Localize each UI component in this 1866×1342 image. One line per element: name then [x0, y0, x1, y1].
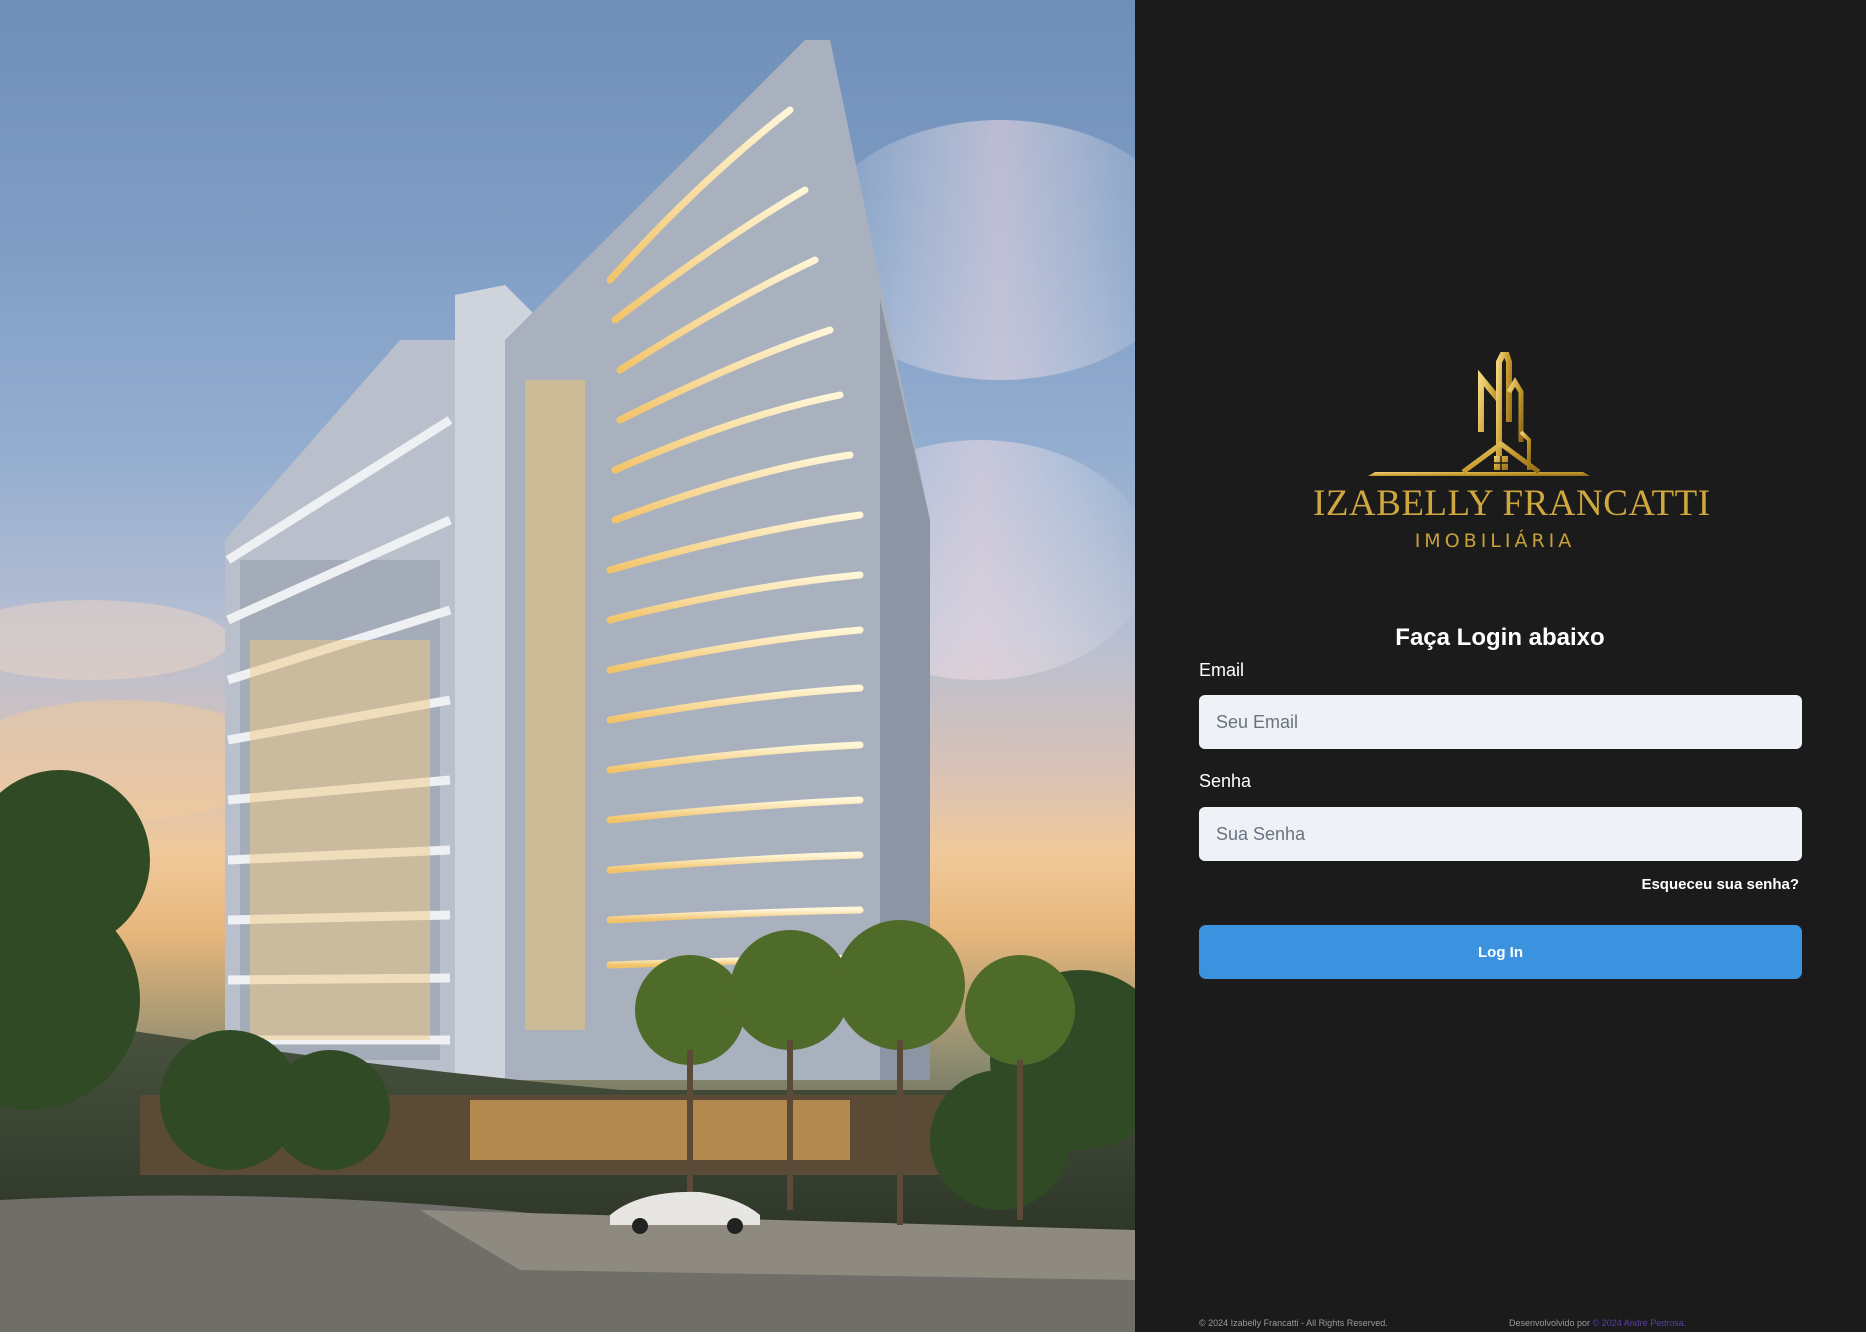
- email-input[interactable]: [1199, 695, 1802, 749]
- hero-building-image: [0, 0, 1135, 1332]
- email-label: Email: [1199, 660, 1245, 680]
- login-page: IZABELLY FRANCATTI IMOBILIÁRIA Faça Logi…: [0, 0, 1866, 1332]
- login-title: Faça Login abaixo: [1395, 624, 1605, 651]
- password-label: Senha: [1199, 771, 1252, 791]
- brand-name: IZABELLY FRANCATTI: [1313, 483, 1711, 524]
- footer-developer-link[interactable]: © 2024 André Pedrosa.: [1593, 1318, 1687, 1328]
- building-illustration: [0, 40, 1135, 1332]
- footer-copyright: © 2024 Izabelly Francatti - All Rights R…: [1199, 1318, 1388, 1328]
- footer-developer: Desenvolvolvido por © 2024 André Pedrosa…: [1509, 1318, 1686, 1328]
- forgot-password-link[interactable]: Esqueceu sua senha?: [1199, 876, 1799, 893]
- brand-subtitle: IMOBILIÁRIA: [1414, 530, 1576, 552]
- brand-logo: IZABELLY FRANCATTI IMOBILIÁRIA: [1313, 352, 1711, 562]
- password-input[interactable]: [1199, 807, 1802, 861]
- login-panel: IZABELLY FRANCATTI IMOBILIÁRIA Faça Logi…: [1135, 0, 1866, 1332]
- footer-developer-prefix: Desenvolvolvido por: [1509, 1318, 1591, 1328]
- building-logo-icon: [1368, 352, 1590, 476]
- login-button[interactable]: Log In: [1199, 925, 1802, 979]
